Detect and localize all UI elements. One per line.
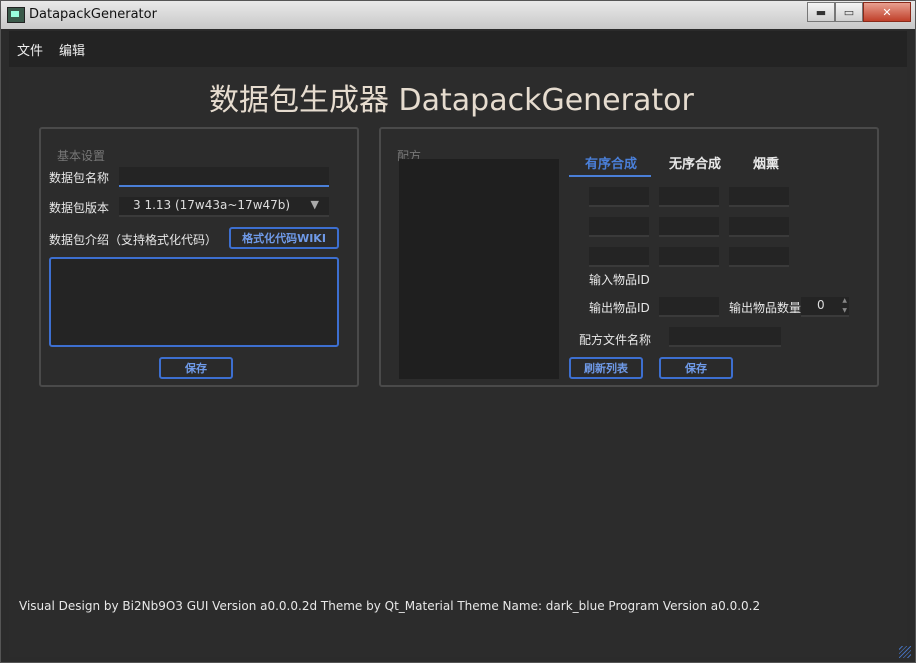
recipe-grid-slot[interactable] [729,247,789,267]
output-count-value: 0 [817,298,825,312]
close-icon: ✕ [882,5,892,19]
recipe-file-name-label: 配方文件名称 [579,333,652,347]
input-item-id-label: 输入物品ID [589,273,650,287]
app-icon [7,7,25,23]
menu-file[interactable]: 文件 [17,40,43,59]
recipe-grid-slot[interactable] [659,217,719,237]
datapack-version-select[interactable]: 3 1.13 (17w43a~17w47b) ▼ [119,197,329,217]
tab-smoking[interactable]: 烟熏 [753,153,779,172]
spin-down-icon[interactable]: ▼ [842,307,847,314]
recipe-file-name-input[interactable] [669,327,781,347]
recipe-grid-slot[interactable] [589,187,649,207]
basic-settings-title: 基本设置 [57,149,106,163]
output-item-id-label: 输出物品ID [589,301,650,315]
main-content: 数据包生成器 DatapackGenerator 基本设置 数据包名称 数据包版… [9,67,907,657]
recipe-grid-slot[interactable] [729,217,789,237]
close-button[interactable]: ✕ [863,2,911,22]
datapack-name-input[interactable] [119,167,329,187]
tab-shapeless[interactable]: 无序合成 [669,153,721,172]
active-tab-indicator [569,175,651,177]
window-controls: ▬ ▭ ✕ [807,2,911,22]
datapack-desc-textarea[interactable] [49,257,339,347]
refresh-list-button[interactable]: 刷新列表 [569,357,643,379]
menu-edit[interactable]: 编辑 [59,40,85,59]
output-count-spinbox[interactable]: 0 ▲ ▼ [801,297,849,317]
maximize-button[interactable]: ▭ [835,2,863,22]
datapack-version-value: 3 1.13 (17w43a~17w47b) [133,198,291,212]
resize-grip-icon[interactable] [899,646,911,658]
recipe-grid-slot[interactable] [659,247,719,267]
recipe-grid-slot[interactable] [659,187,719,207]
minimize-button[interactable]: ▬ [807,2,835,22]
recipe-save-button[interactable]: 保存 [659,357,733,379]
footer-credits: Visual Design by Bi2Nb9O3 GUI Version a0… [19,599,761,613]
datapack-name-label: 数据包名称 [49,171,110,185]
recipe-list[interactable] [399,159,559,379]
recipe-grid-slot[interactable] [589,247,649,267]
maximize-icon: ▭ [843,5,855,19]
recipe-grid-slot[interactable] [589,217,649,237]
app-window: DatapackGenerator ▬ ▭ ✕ 文件 编辑 数据包生成器 Dat… [0,0,916,663]
datapack-version-label: 数据包版本 [49,201,110,215]
menu-bar: 文件 编辑 [9,31,907,67]
dropdown-arrow-icon: ▼ [310,198,319,211]
format-wiki-button[interactable]: 格式化代码WIKI [229,227,339,249]
spin-up-icon[interactable]: ▲ [842,297,847,304]
title-bar[interactable]: DatapackGenerator ▬ ▭ ✕ [1,1,915,29]
recipe-grid-slot[interactable] [729,187,789,207]
page-title: 数据包生成器 DatapackGenerator [209,83,694,118]
recipe-group: 配方 有序合成 无序合成 烟熏 输入物品ID 输出物品ID 输出物品数量 0 ▲… [379,127,879,387]
window-title: DatapackGenerator [29,7,157,22]
output-count-label: 输出物品数量 [729,301,802,315]
basic-save-button[interactable]: 保存 [159,357,233,379]
datapack-desc-label: 数据包介绍（支持格式化代码） [49,233,218,247]
output-item-id-input[interactable] [659,297,719,317]
minimize-icon: ▬ [815,5,827,19]
basic-settings-group: 基本设置 数据包名称 数据包版本 3 1.13 (17w43a~17w47b) … [39,127,359,387]
tab-shaped[interactable]: 有序合成 [585,153,637,172]
